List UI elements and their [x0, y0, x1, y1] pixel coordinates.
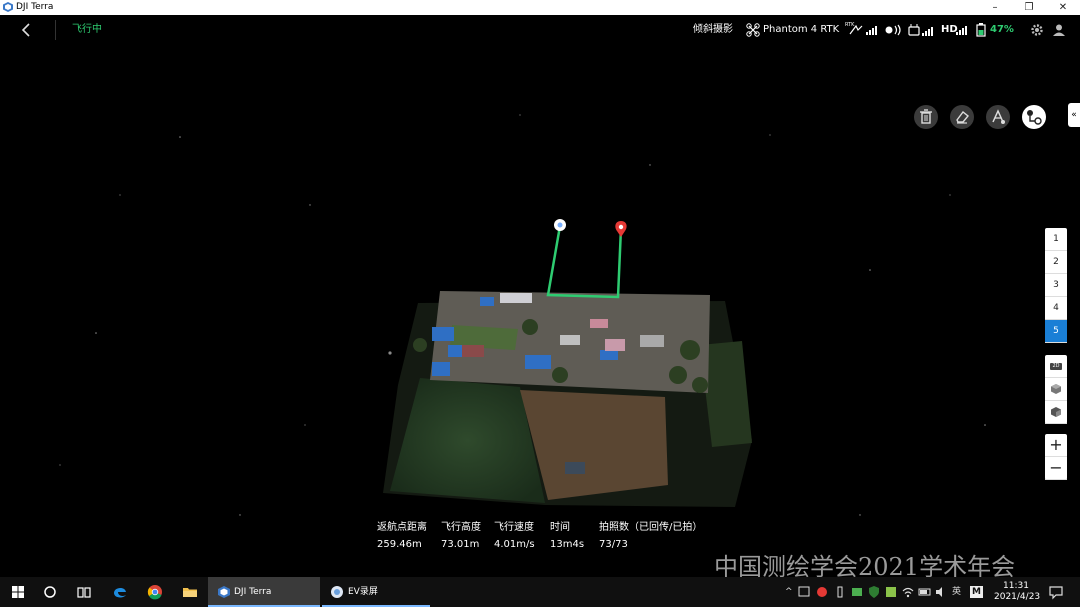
stat-time: 时间 13m4s: [550, 521, 584, 553]
annotate-button[interactable]: [986, 105, 1010, 129]
battery-tray-icon[interactable]: [918, 585, 932, 599]
search-circle-icon[interactable]: [40, 582, 60, 602]
wifi-icon[interactable]: [901, 585, 915, 599]
stat-label: 返航点距离: [377, 522, 427, 533]
marker-icon: [992, 109, 1005, 124]
task-label: DJI Terra: [234, 587, 272, 597]
zoom-controls: + −: [1045, 434, 1067, 480]
vision-sensor-icon: [885, 24, 901, 36]
tray-usb-icon[interactable]: [833, 585, 847, 599]
zoom-out-button[interactable]: −: [1045, 457, 1067, 480]
view-2d-button[interactable]: 2D: [1045, 355, 1067, 378]
windows-taskbar: DJI Terra EV录屏 ^ 英 M 11:31 2021/4/23: [0, 577, 1080, 607]
close-button[interactable]: ✕: [1046, 0, 1080, 15]
tray-app-icon-2[interactable]: [850, 585, 864, 599]
map-3d-view[interactable]: « 1 2 3 4 5 2D + −: [0, 45, 1080, 577]
minimize-button[interactable]: –: [978, 0, 1012, 15]
window-title: DJI Terra: [16, 2, 54, 12]
cube-solid-icon: [1051, 407, 1061, 417]
stat-label: 时间: [550, 522, 570, 533]
layer-5[interactable]: 5: [1045, 320, 1067, 343]
erase-button[interactable]: [950, 105, 974, 129]
ime-mode[interactable]: M: [970, 586, 983, 598]
gear-icon[interactable]: [1030, 23, 1044, 37]
dji-terra-task-icon: [218, 586, 230, 598]
task-label: EV录屏: [348, 587, 378, 597]
zoom-in-button[interactable]: +: [1045, 434, 1067, 457]
back-arrow-icon[interactable]: [18, 21, 36, 39]
notification-icon[interactable]: [1048, 584, 1064, 600]
stat-value: 73/73: [599, 539, 628, 550]
task-ev-recorder[interactable]: EV录屏: [322, 577, 430, 607]
layer-3[interactable]: 3: [1045, 274, 1067, 297]
topbar-divider: [55, 20, 56, 40]
tray-expand-icon[interactable]: ^: [785, 586, 793, 598]
task-view-icon[interactable]: [74, 582, 94, 602]
task-dji-terra[interactable]: DJI Terra: [208, 577, 320, 607]
app-topbar: 飞行中 倾斜摄影 Phantom 4 RTK RTK HD 47%: [0, 15, 1080, 45]
stat-value: 73.01m: [441, 539, 480, 550]
home-point-marker[interactable]: [554, 219, 566, 231]
stat-label: 拍照数（已回传/已拍）: [599, 522, 703, 533]
layer-2[interactable]: 2: [1045, 251, 1067, 274]
stat-return-distance: 返航点距离 259.46m: [377, 521, 427, 553]
drone-model: Phantom 4 RTK: [763, 24, 840, 35]
ev-recorder-icon: [331, 586, 343, 598]
rtk-signal-icon: [849, 24, 877, 35]
layer-1[interactable]: 1: [1045, 228, 1067, 251]
collapse-panel-button[interactable]: «: [1068, 103, 1080, 127]
stat-label: 飞行速度: [494, 522, 534, 533]
stat-speed: 飞行速度 4.01m/s: [494, 521, 535, 553]
view-3d-button[interactable]: [1045, 378, 1067, 401]
hd-signal-icon: [956, 26, 967, 35]
battery-icon: [976, 23, 986, 37]
clock-time: 11:31: [1003, 581, 1029, 591]
drone-icon: [746, 23, 760, 37]
trash-icon: [920, 109, 932, 124]
taskbar-clock[interactable]: 11:31 2021/4/23: [994, 581, 1041, 603]
stat-label: 飞行高度: [441, 522, 481, 533]
delete-button[interactable]: [914, 105, 938, 129]
tray-app-icon-1[interactable]: [797, 585, 811, 599]
user-icon[interactable]: [1052, 23, 1066, 37]
stat-altitude: 飞行高度 73.01m: [441, 521, 481, 553]
ime-language[interactable]: 英: [952, 586, 961, 598]
view-mode-group: 2D: [1045, 355, 1067, 424]
view-3d-solid-button[interactable]: [1045, 401, 1067, 424]
flight-route-line: [546, 225, 623, 299]
battery-level: 47%: [990, 24, 1014, 35]
stat-photo-count: 拍照数（已回传/已拍） 73/73: [599, 521, 702, 553]
chrome-browser-icon[interactable]: [145, 582, 165, 602]
volume-icon[interactable]: [934, 585, 948, 599]
file-explorer-icon[interactable]: [180, 582, 200, 602]
windows-start-icon[interactable]: [8, 582, 28, 602]
route-tool-button[interactable]: [1022, 105, 1046, 129]
cube-icon: [1051, 384, 1061, 394]
remote-controller-signal-icon: [908, 24, 933, 36]
dji-terra-app-icon: [3, 2, 13, 12]
layer-level-selector: 1 2 3 4 5: [1045, 228, 1067, 343]
edge-browser-icon[interactable]: [110, 582, 130, 602]
tray-app-icon-3[interactable]: [884, 585, 898, 599]
window-titlebar: DJI Terra – ❐ ✕: [0, 0, 1080, 15]
layer-4[interactable]: 4: [1045, 297, 1067, 320]
stat-value: 259.46m: [377, 539, 422, 550]
tray-security-icon[interactable]: [867, 585, 881, 599]
route-icon: [1027, 110, 1042, 125]
eraser-icon: [956, 111, 969, 124]
view-2d-icon: 2D: [1050, 362, 1062, 370]
clock-date: 2021/4/23: [994, 592, 1041, 602]
restore-button[interactable]: ❐: [1012, 0, 1046, 15]
mission-type: 倾斜摄影: [693, 24, 733, 35]
stat-value: 4.01m/s: [494, 539, 535, 550]
flight-status: 飞行中: [72, 24, 102, 35]
tray-record-icon[interactable]: [815, 585, 829, 599]
aircraft-marker[interactable]: [615, 221, 627, 237]
stat-value: 13m4s: [550, 539, 585, 550]
